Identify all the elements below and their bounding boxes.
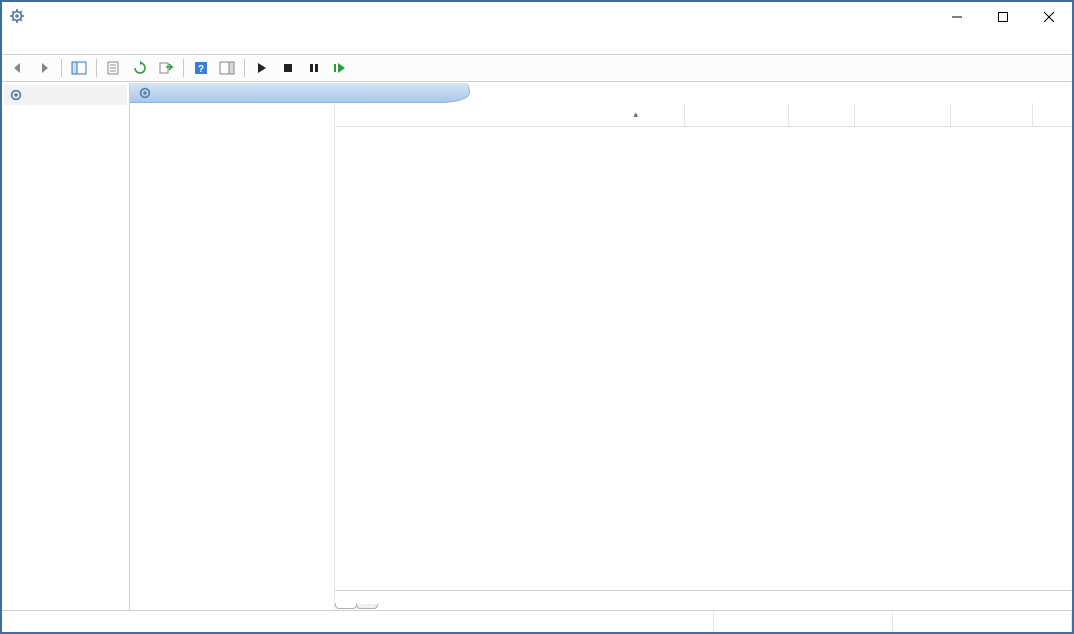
stop-service-button[interactable] bbox=[276, 57, 300, 79]
tree-root-node[interactable] bbox=[4, 85, 127, 105]
col-header-status[interactable] bbox=[789, 103, 855, 126]
properties-button[interactable] bbox=[102, 57, 126, 79]
export-button[interactable] bbox=[154, 57, 178, 79]
gear-icon bbox=[138, 86, 152, 100]
view-tabs bbox=[335, 590, 1072, 610]
tab-standard[interactable] bbox=[356, 604, 378, 609]
restart-service-button[interactable] bbox=[328, 57, 352, 79]
help-button[interactable]: ? bbox=[189, 57, 213, 79]
list-body[interactable] bbox=[335, 127, 1072, 590]
back-button[interactable] bbox=[6, 57, 30, 79]
start-service-button[interactable] bbox=[250, 57, 274, 79]
menu-view[interactable] bbox=[52, 41, 60, 45]
pause-service-button[interactable] bbox=[302, 57, 326, 79]
gear-icon bbox=[9, 88, 23, 102]
col-header-logon[interactable] bbox=[951, 103, 1033, 126]
toolbar: ? bbox=[2, 54, 1072, 82]
col-header-startup[interactable] bbox=[855, 103, 951, 126]
list-pane: ▴ bbox=[334, 103, 1072, 610]
menu-bar bbox=[2, 32, 1072, 54]
detail-pane bbox=[130, 103, 334, 610]
sort-asc-icon: ▴ bbox=[633, 109, 638, 120]
list-header: ▴ bbox=[335, 103, 1072, 127]
refresh-button[interactable] bbox=[128, 57, 152, 79]
right-header bbox=[130, 83, 470, 103]
status-bar bbox=[2, 610, 1072, 632]
app-icon bbox=[10, 9, 24, 26]
svg-text:?: ? bbox=[198, 64, 204, 75]
tree-pane[interactable] bbox=[2, 83, 130, 610]
status-cell bbox=[714, 611, 893, 632]
menu-file[interactable] bbox=[8, 41, 16, 45]
status-cell bbox=[893, 611, 1072, 632]
col-header-name[interactable]: ▴ bbox=[335, 103, 685, 126]
close-button[interactable] bbox=[1026, 2, 1072, 32]
main-body: ▴ bbox=[2, 82, 1072, 610]
menu-action[interactable] bbox=[30, 41, 38, 45]
title-bar bbox=[2, 2, 1072, 32]
tab-extended[interactable] bbox=[335, 603, 357, 609]
menu-help[interactable] bbox=[74, 41, 82, 45]
status-cell bbox=[2, 611, 714, 632]
col-header-description[interactable] bbox=[685, 103, 789, 126]
forward-button[interactable] bbox=[32, 57, 56, 79]
maximize-button[interactable] bbox=[980, 2, 1026, 32]
action-pane-button[interactable] bbox=[215, 57, 239, 79]
right-pane: ▴ bbox=[130, 83, 1072, 610]
minimize-button[interactable] bbox=[934, 2, 980, 32]
show-hide-tree-button[interactable] bbox=[67, 57, 91, 79]
